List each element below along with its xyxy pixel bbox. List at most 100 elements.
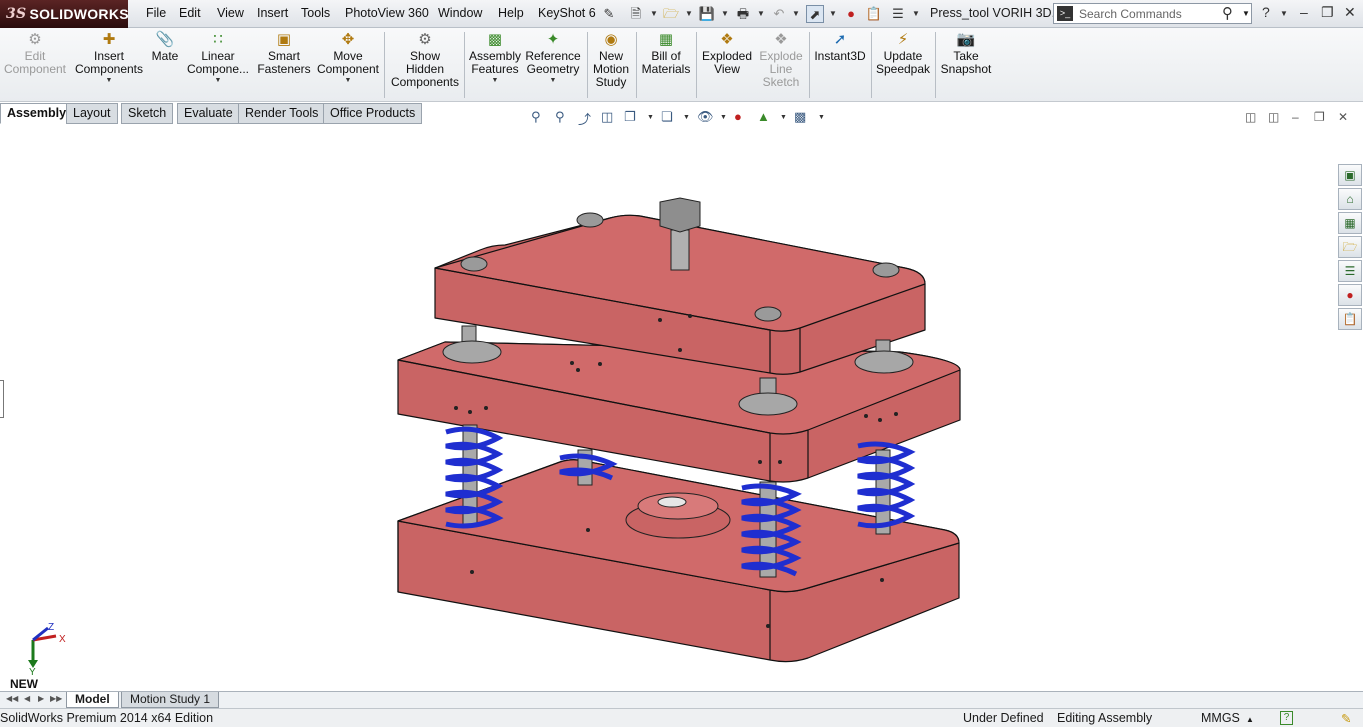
design-library-icon[interactable]: ▦ [1338,212,1362,234]
quick-tips-help-icon[interactable]: ? [1280,711,1293,725]
tab-sketch[interactable]: Sketch [121,103,174,124]
new-motion-study-button[interactable]: ◉ New Motion Study [590,30,632,89]
apply-scene-dropdown-arrow[interactable]: ▼ [780,114,787,121]
exploded-view-button[interactable]: ❖ Exploded View [700,30,754,76]
reference-geometry-dropdown-arrow[interactable]: ▼ [550,77,557,84]
menu-help[interactable]: Help [498,6,524,20]
menu-file[interactable]: File [146,6,166,20]
zoom-to-fit-icon[interactable]: ⚲ [531,109,541,125]
mate-button[interactable]: 📎 Mate [148,30,182,63]
apply-scene-icon[interactable]: ▲ [757,109,770,124]
tile-vertical-icon[interactable]: ◫ [1268,110,1279,124]
reference-geometry-button[interactable]: ✦ Reference Geometry ▼ [524,30,582,84]
rebuild-traffic-light-icon[interactable]: ● [842,5,860,23]
edit-appearance-icon[interactable]: ● [734,109,742,124]
press-tool-assembly-model[interactable]: X Y Z NEW [0,126,1338,691]
view-settings-icon[interactable]: ▩ [794,109,806,125]
new-dropdown-arrow[interactable]: ▼ [650,9,658,18]
status-tag-icon[interactable]: ✎ [1341,711,1351,726]
menu-insert[interactable]: Insert [257,6,288,20]
update-speedpak-button[interactable]: ⚡ Update Speedpak [874,30,932,76]
feature-manager-flyout-handle[interactable] [0,380,4,418]
assembly-features-button[interactable]: ▩ Assembly Features ▼ [468,30,522,84]
linear-pattern-button[interactable]: ∷ Linear Compone... ▼ [186,30,250,84]
help-dropdown-arrow[interactable]: ▼ [1280,9,1288,18]
tab-evaluate[interactable]: Evaluate [177,103,240,124]
graphics-area[interactable]: X Y Z NEW [0,126,1338,691]
hide-show-items-icon[interactable]: 👁 [697,109,714,125]
unit-system[interactable]: MMGS [1201,711,1240,725]
help-icon[interactable]: ? [1262,4,1270,20]
units-dropdown-arrow[interactable]: ▲ [1246,715,1254,724]
show-hidden-components-button[interactable]: ⚙ Show Hidden Components [389,30,461,89]
tab-assembly[interactable]: Assembly [0,103,74,124]
view-settings-dropdown-arrow[interactable]: ▼ [818,114,825,121]
save-icon[interactable]: 💾 [698,5,716,23]
close-icon[interactable]: ✕ [1344,4,1356,21]
doc-minimize-icon[interactable]: – [1292,110,1299,124]
print-dropdown-arrow[interactable]: ▼ [757,9,765,18]
hide-show-dropdown-arrow[interactable]: ▼ [720,114,727,121]
undo-icon[interactable]: ↶ [770,5,788,23]
solidworks-logo[interactable]: 3S SOLIDWORKS [0,0,129,28]
tab-render-tools[interactable]: Render Tools [238,103,326,124]
insert-components-button[interactable]: ✚ Insert Components ▼ [74,30,144,84]
smart-fasteners-button[interactable]: ▣ Smart Fasteners [255,30,313,76]
home-icon[interactable]: ⌂ [1338,188,1362,210]
display-style-icon[interactable]: ❏ [661,109,673,125]
print-icon[interactable]: 🖶 [734,5,752,23]
assembly-features-dropdown-arrow[interactable]: ▼ [492,77,499,84]
linear-pattern-dropdown-arrow[interactable]: ▼ [215,77,222,84]
menu-edit[interactable]: Edit [179,6,201,20]
tab-motion-study-1[interactable]: Motion Study 1 [121,692,220,708]
select-dropdown-arrow[interactable]: ▼ [829,9,837,18]
doc-restore-icon[interactable]: ❐ [1314,110,1325,124]
zoom-to-area-icon[interactable]: ⚲ [555,109,565,125]
file-explorer-icon[interactable]: 🗁 [1338,236,1362,258]
tab-layout[interactable]: Layout [66,103,118,124]
section-view-icon[interactable]: ◫ [601,109,613,125]
prev-tab-arrow-icon[interactable]: ◀ [24,694,30,703]
menu-tools[interactable]: Tools [301,6,330,20]
options-dropdown-arrow[interactable]: ▼ [912,9,920,18]
minimize-icon[interactable]: – [1300,4,1308,20]
custom-properties-icon[interactable]: 📋 [1338,308,1362,330]
view-palette-icon[interactable]: ☰ [1338,260,1362,282]
tile-horizontal-icon[interactable]: ◫ [1245,110,1256,124]
menu-keyshot[interactable]: KeyShot 6 [538,6,596,20]
file-properties-icon[interactable]: 📋 [865,5,883,23]
select-cursor-icon[interactable]: ⬈ [806,5,824,23]
take-snapshot-button[interactable]: 📷 Take Snapshot [938,30,994,76]
restore-icon[interactable]: ❐ [1321,4,1334,21]
doc-close-icon[interactable]: ✕ [1338,110,1348,124]
first-tab-arrow-icon[interactable]: ◀◀ [6,694,18,703]
search-commands-field[interactable]: >_ Search Commands ⚲ ▼ [1053,3,1252,24]
new-document-icon[interactable]: 🗎 [627,5,645,23]
move-component-button[interactable]: ✥ Move Component ▼ [316,30,380,84]
appearances-icon[interactable]: ● [1338,284,1362,306]
menu-window[interactable]: Window [438,6,482,20]
edit-component-button[interactable]: ⚙ Edit Component [3,30,67,76]
explode-line-sketch-button[interactable]: ❖ Explode Line Sketch [756,30,806,89]
search-icon[interactable]: ⚲ [1222,4,1233,22]
last-tab-arrow-icon[interactable]: ▶▶ [50,694,62,703]
options-icon[interactable]: ☰ [889,5,907,23]
bill-of-materials-button[interactable]: ▦ Bill of Materials [640,30,692,76]
menu-view[interactable]: View [217,6,244,20]
search-dropdown-arrow[interactable]: ▼ [1242,9,1250,18]
insert-components-dropdown-arrow[interactable]: ▼ [106,77,113,84]
menu-photoview[interactable]: PhotoView 360 [345,6,429,20]
display-style-dropdown-arrow[interactable]: ▼ [683,114,690,121]
tab-office-products[interactable]: Office Products [323,103,423,124]
tab-model[interactable]: Model [66,692,119,708]
solidworks-resources-icon[interactable]: ▣ [1338,164,1362,186]
view-orientation-icon[interactable]: ❐ [624,109,636,125]
next-tab-arrow-icon[interactable]: ▶ [38,694,44,703]
move-component-dropdown-arrow[interactable]: ▼ [345,77,352,84]
view-orientation-dropdown-arrow[interactable]: ▼ [647,114,654,121]
instant3d-button[interactable]: ➚ Instant3D [812,30,868,63]
save-dropdown-arrow[interactable]: ▼ [721,9,729,18]
open-folder-icon[interactable]: 🗁 [662,5,680,23]
pin-icon[interactable]: ✎ [600,5,618,23]
undo-dropdown-arrow[interactable]: ▼ [792,9,800,18]
